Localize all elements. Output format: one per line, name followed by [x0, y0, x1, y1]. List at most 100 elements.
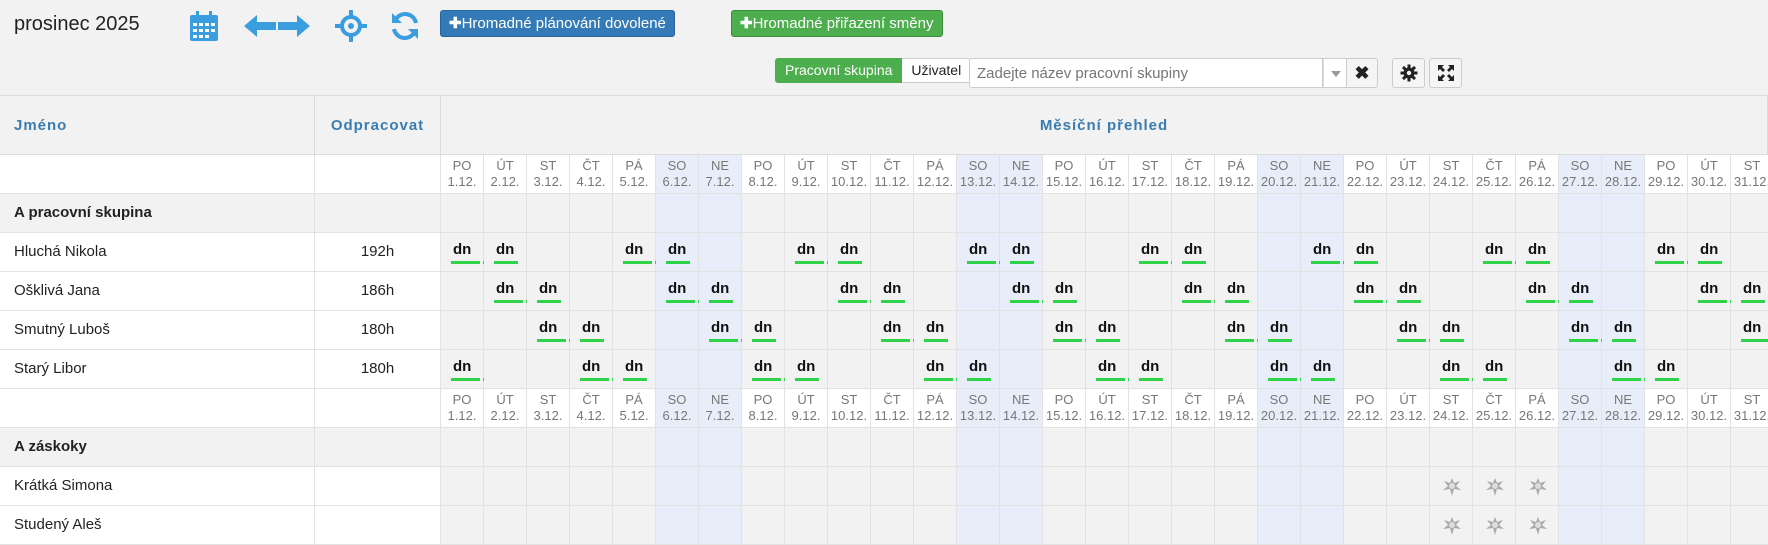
day-cell[interactable]: dn	[1516, 233, 1559, 272]
day-cell[interactable]: dn	[1043, 311, 1099, 350]
day-cell[interactable]	[441, 272, 484, 311]
refresh-icon[interactable]	[387, 8, 423, 44]
column-header-hours[interactable]: Odpracovat	[315, 96, 441, 155]
day-cell[interactable]	[871, 506, 914, 545]
bulk-vacation-button[interactable]: ✚Hromadné plánování dovolené	[440, 10, 675, 37]
day-cell[interactable]	[1215, 506, 1258, 545]
day-cell[interactable]: dn	[1172, 233, 1215, 272]
day-cell[interactable]	[1301, 272, 1344, 311]
day-cell[interactable]: dn	[1559, 311, 1615, 350]
day-cell[interactable]	[1129, 311, 1172, 350]
day-cell[interactable]	[1688, 350, 1731, 389]
day-cell[interactable]	[1000, 506, 1043, 545]
group-search-input[interactable]	[969, 58, 1323, 88]
day-cell[interactable]	[527, 350, 570, 389]
day-cell[interactable]	[1258, 233, 1301, 272]
employee-name[interactable]: Hluchá Nikola	[0, 233, 315, 272]
day-cell[interactable]	[828, 311, 871, 350]
day-cell[interactable]	[656, 350, 699, 389]
day-cell[interactable]	[570, 467, 613, 506]
close-icon[interactable]: ✖	[1346, 58, 1378, 88]
day-cell[interactable]	[957, 272, 1000, 311]
day-cell[interactable]: dn	[742, 311, 785, 350]
day-cell[interactable]	[484, 467, 527, 506]
day-cell[interactable]	[699, 350, 742, 389]
day-cell[interactable]: dn	[1215, 311, 1271, 350]
day-cell[interactable]	[656, 467, 699, 506]
day-cell[interactable]: dn	[1473, 233, 1529, 272]
day-cell[interactable]	[1516, 467, 1559, 506]
day-cell[interactable]	[957, 506, 1000, 545]
day-cell[interactable]	[1215, 233, 1258, 272]
day-cell[interactable]	[742, 272, 785, 311]
day-cell[interactable]	[484, 350, 527, 389]
day-cell[interactable]	[699, 506, 742, 545]
day-cell[interactable]	[1430, 233, 1473, 272]
employee-name[interactable]: Krátká Simona	[0, 467, 315, 506]
day-cell[interactable]: dn	[871, 272, 914, 311]
day-cell[interactable]	[828, 350, 871, 389]
day-cell[interactable]: dn	[785, 233, 841, 272]
day-cell[interactable]	[914, 467, 957, 506]
calendar-icon[interactable]	[186, 8, 222, 44]
day-cell[interactable]	[785, 272, 828, 311]
day-cell[interactable]: dn	[1645, 233, 1701, 272]
day-cell[interactable]	[1387, 467, 1430, 506]
day-cell[interactable]	[613, 311, 656, 350]
day-cell[interactable]	[570, 506, 613, 545]
day-cell[interactable]	[1000, 311, 1043, 350]
employee-name[interactable]: Smutný Luboš	[0, 311, 315, 350]
day-cell[interactable]	[1086, 233, 1129, 272]
filter-group-button[interactable]: Pracovní skupina	[775, 58, 903, 83]
day-cell[interactable]	[1645, 467, 1688, 506]
day-cell[interactable]: dn	[1344, 272, 1400, 311]
gear-icon[interactable]	[1392, 58, 1425, 88]
day-cell[interactable]	[1559, 467, 1602, 506]
day-cell[interactable]	[1086, 272, 1129, 311]
day-cell[interactable]: dn	[441, 350, 497, 389]
day-cell[interactable]	[1301, 506, 1344, 545]
day-cell[interactable]	[1258, 272, 1301, 311]
day-cell[interactable]	[699, 467, 742, 506]
day-cell[interactable]: dn	[1129, 350, 1172, 389]
day-cell[interactable]	[570, 233, 613, 272]
day-cell[interactable]	[1344, 350, 1387, 389]
day-cell[interactable]: dn	[742, 350, 798, 389]
day-cell[interactable]: dn	[699, 311, 755, 350]
day-cell[interactable]	[1387, 506, 1430, 545]
day-cell[interactable]	[957, 467, 1000, 506]
day-cell[interactable]	[484, 506, 527, 545]
day-cell[interactable]	[527, 467, 570, 506]
day-cell[interactable]: dn	[441, 233, 497, 272]
day-cell[interactable]: dn	[1172, 272, 1228, 311]
day-cell[interactable]: dn	[1731, 311, 1768, 350]
day-cell[interactable]	[1645, 311, 1688, 350]
day-cell[interactable]	[1602, 506, 1645, 545]
day-cell[interactable]: dn	[1731, 272, 1768, 311]
day-cell[interactable]	[1559, 350, 1602, 389]
day-cell[interactable]: dn	[613, 350, 656, 389]
day-cell[interactable]	[1344, 467, 1387, 506]
day-cell[interactable]	[613, 467, 656, 506]
day-cell[interactable]	[656, 311, 699, 350]
day-cell[interactable]	[1129, 506, 1172, 545]
day-cell[interactable]: dn	[828, 272, 884, 311]
day-cell[interactable]	[1731, 467, 1768, 506]
day-cell[interactable]	[1430, 272, 1473, 311]
day-cell[interactable]	[1086, 467, 1129, 506]
day-cell[interactable]: dn	[570, 350, 626, 389]
day-cell[interactable]	[1301, 467, 1344, 506]
day-cell[interactable]	[957, 311, 1000, 350]
day-cell[interactable]	[871, 233, 914, 272]
day-cell[interactable]	[1387, 350, 1430, 389]
day-cell[interactable]: dn	[1129, 233, 1185, 272]
day-cell[interactable]	[1301, 311, 1344, 350]
arrow-left-icon[interactable]	[242, 8, 278, 44]
day-cell[interactable]: dn	[871, 311, 927, 350]
day-cell[interactable]	[613, 272, 656, 311]
day-cell[interactable]	[699, 233, 742, 272]
day-cell[interactable]: dn	[1602, 311, 1645, 350]
day-cell[interactable]	[570, 272, 613, 311]
day-cell[interactable]	[828, 467, 871, 506]
day-cell[interactable]	[1129, 272, 1172, 311]
